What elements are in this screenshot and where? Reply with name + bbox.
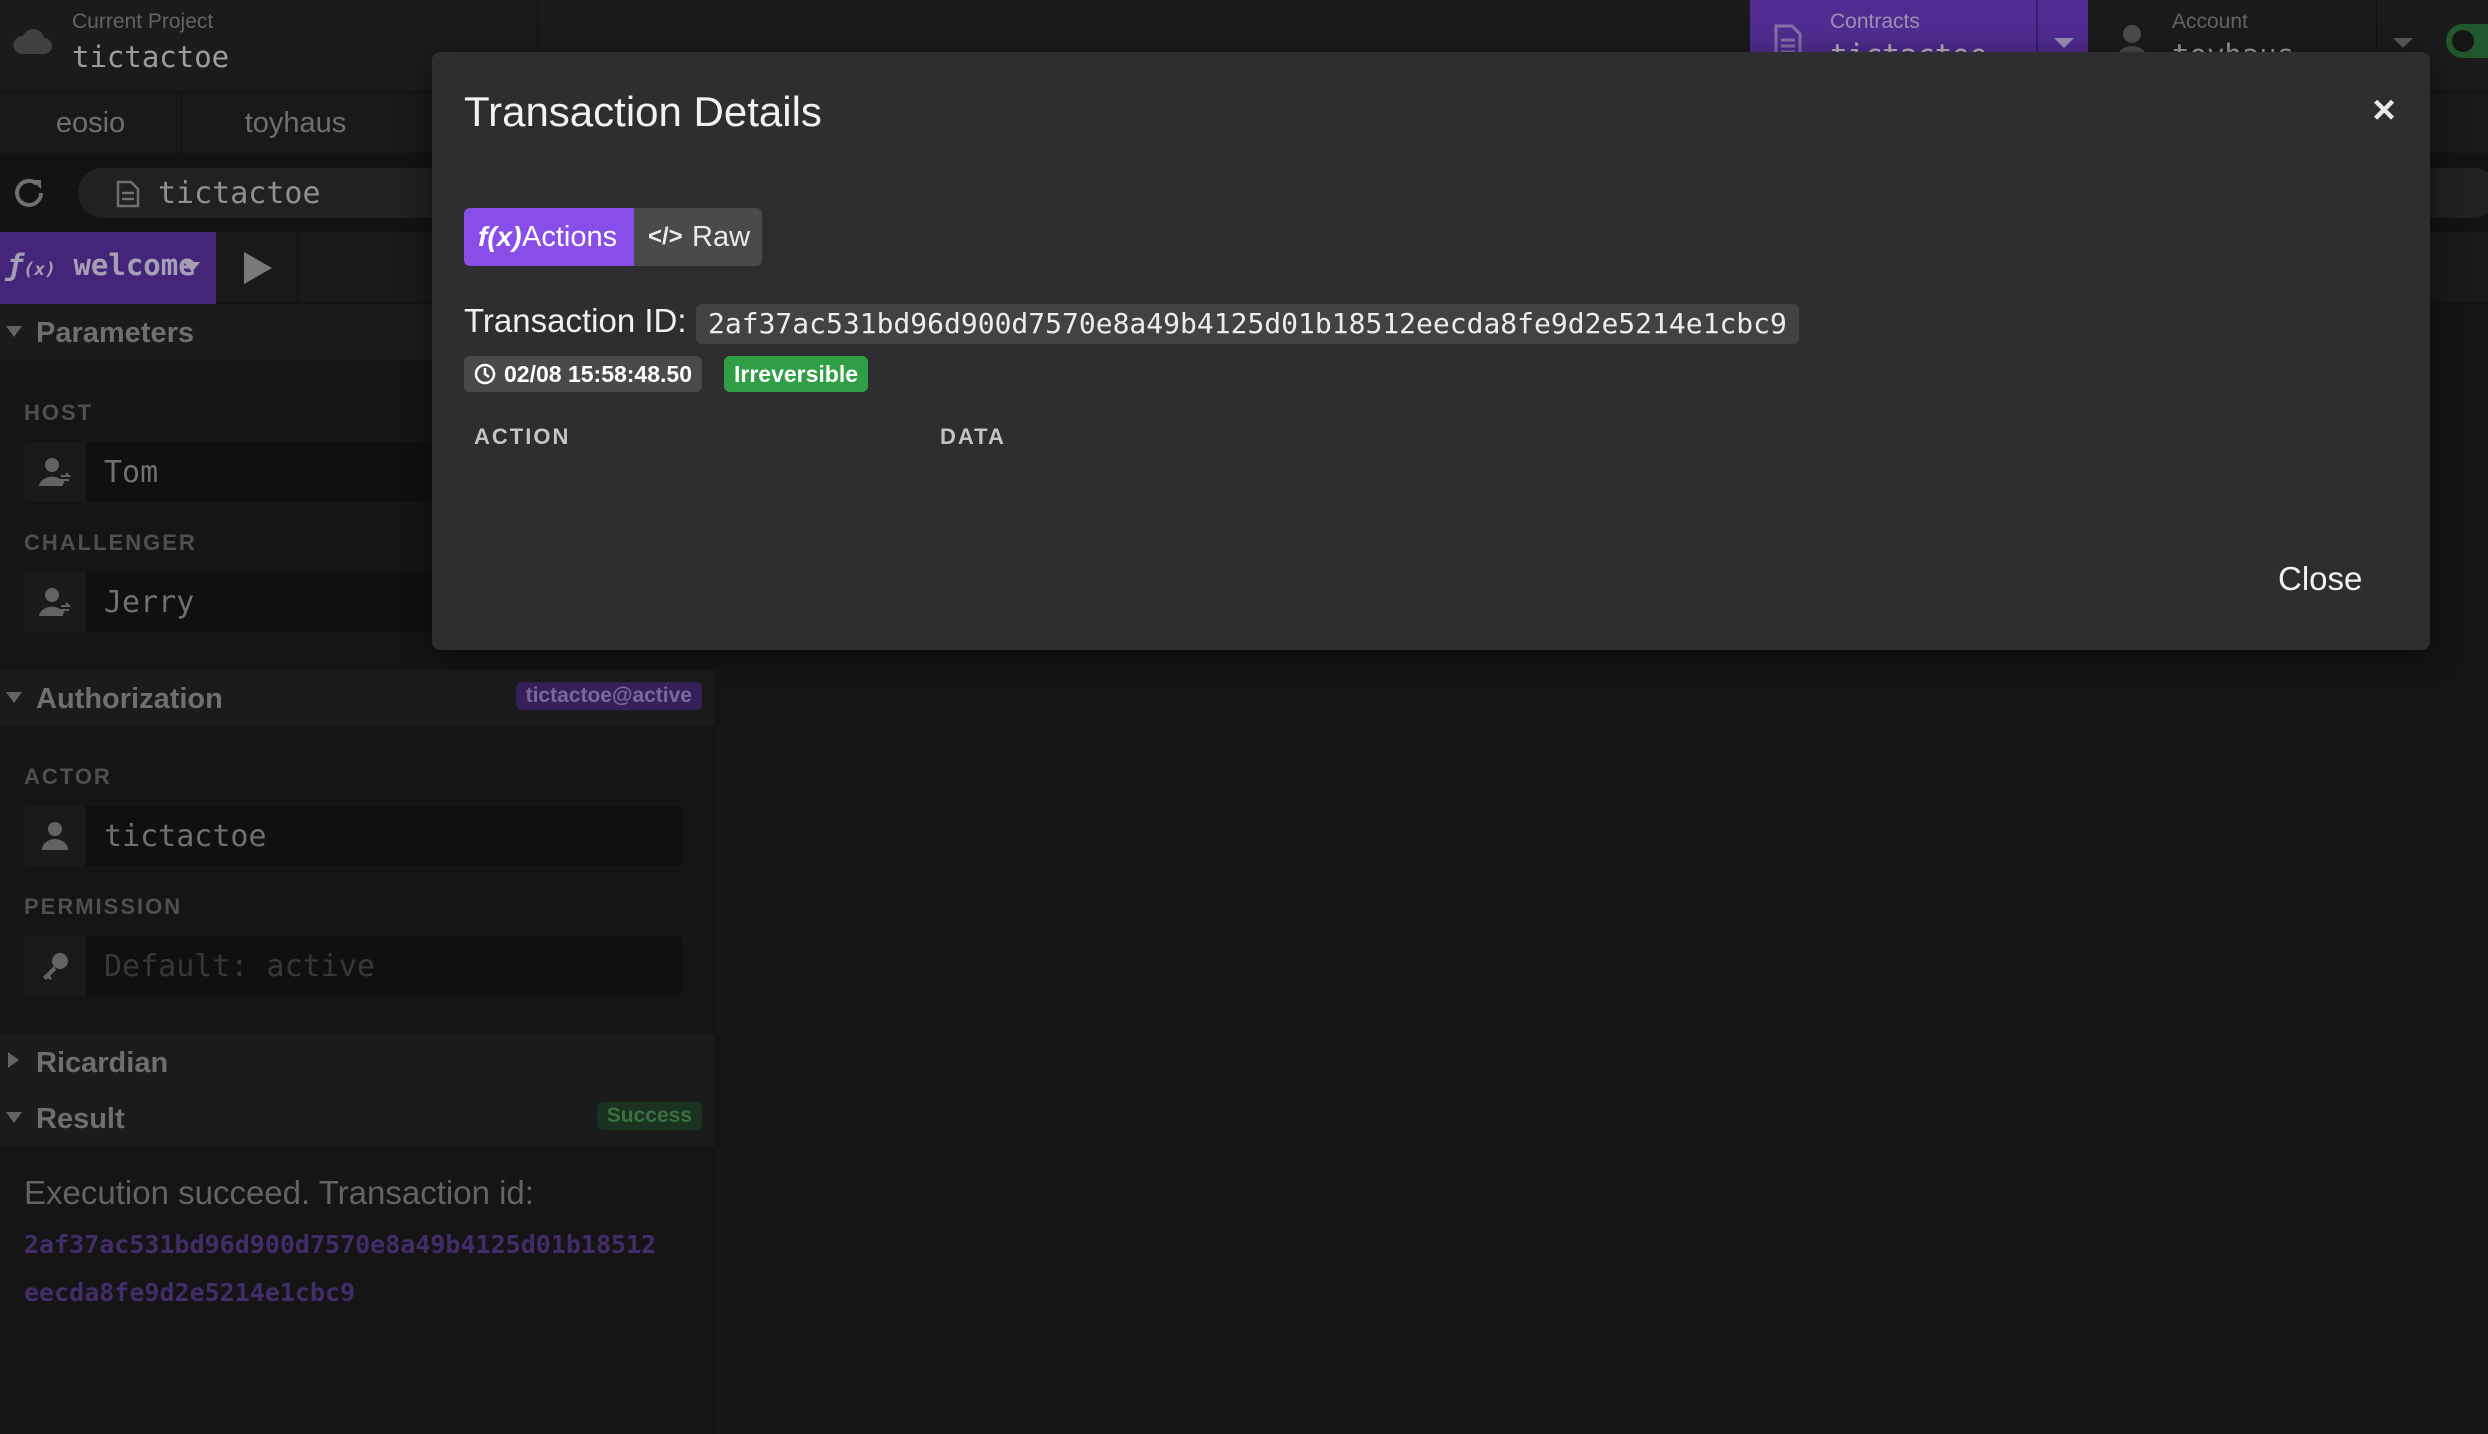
function-icon: f(x) (478, 221, 522, 252)
irreversible-badge: Irreversible (724, 356, 869, 392)
tab-raw-label: Raw (692, 221, 751, 253)
transaction-id-label: Transaction ID: (464, 302, 687, 339)
transaction-id-value[interactable]: 2af37ac531bd96d900d7570e8a49b4125d01b185… (696, 304, 1799, 344)
column-header-data: DATA (940, 424, 1006, 449)
timestamp-badge: 02/08 15:58:48.50 (464, 356, 702, 392)
code-icon: </> (648, 223, 683, 250)
clock-icon (474, 363, 496, 385)
tab-raw[interactable]: </> Raw (634, 208, 762, 266)
close-icon[interactable]: × (2366, 90, 2402, 130)
tab-actions[interactable]: f(x) Actions (464, 208, 634, 266)
dialog-title: Transaction Details (464, 88, 822, 135)
tab-actions-label: Actions (522, 221, 618, 253)
column-header-action: ACTION (474, 424, 571, 449)
timestamp-value: 02/08 15:58:48.50 (504, 361, 692, 387)
close-button[interactable]: Close (2278, 560, 2362, 598)
transaction-details-dialog: Transaction Details × f(x) Actions </> R… (432, 52, 2430, 650)
